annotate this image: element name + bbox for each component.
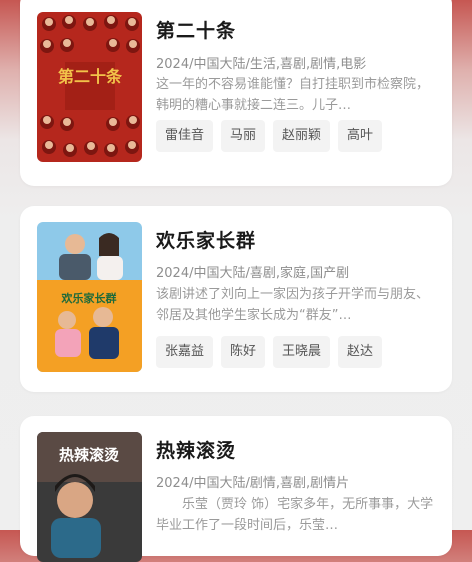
movie-card[interactable]: 第二十条 第二十条 2024/中国大陆/生活,喜剧,剧情,电影 这一年的不容易谁… [20,0,452,186]
poster-title-top: 第二十条 [58,67,123,86]
movie-title[interactable]: 第二十条 [156,16,236,43]
cast-tag[interactable]: 马丽 [221,120,266,152]
movie-card[interactable]: 欢乐家长群 欢乐家长群 2024/中国大陆/喜剧,家庭,国产剧 该剧讲述了刘向上… [20,206,452,392]
poster-artwork: 欢乐家长群 [37,222,142,372]
movie-description: 这一年的不容易谁能懂？自打挂职到市检察院，韩明的糟心事就接二连三。儿子… [156,77,430,113]
cast-tag[interactable]: 赵达 [338,336,383,368]
cast-tags: 张嘉益 陈好 王晓晨 赵达 [156,336,383,368]
movie-poster[interactable]: 第二十条 [37,12,142,162]
movie-title[interactable]: 欢乐家长群 [156,226,256,253]
movie-meta: 2024/中国大陆/喜剧,家庭,国产剧 [156,266,350,281]
poster-artwork: 第二十条 [37,12,142,162]
movie-feed: 第二十条 第二十条 2024/中国大陆/生活,喜剧,剧情,电影 这一年的不容易谁… [0,0,472,562]
cast-tag[interactable]: 高叶 [338,120,383,152]
movie-poster[interactable]: 热辣滚烫 [37,432,142,562]
cast-tag[interactable]: 赵丽颖 [273,120,331,152]
cast-tag[interactable]: 陈好 [221,336,266,368]
movie-title[interactable]: 热辣滚烫 [156,436,236,463]
poster-artwork: 热辣滚烫 [37,432,142,562]
poster-title: 热辣滚烫 [59,446,120,464]
movie-meta: 2024/中国大陆/剧情,喜剧,剧情片 [156,476,350,491]
cast-tag[interactable]: 王晓晨 [273,336,331,368]
movie-poster[interactable]: 欢乐家长群 [37,222,142,372]
movie-description: 该剧讲述了刘向上一家因为孩子开学而与朋友、邻居及其他学生家长成为“群友”… [156,287,430,323]
cast-tag[interactable]: 张嘉益 [156,336,214,368]
poster-title: 欢乐家长群 [61,291,117,305]
movie-card[interactable]: 热辣滚烫 热辣滚烫 2024/中国大陆/剧情,喜剧,剧情片 乐莹（贾玲 饰）宅家… [20,416,452,562]
movie-meta: 2024/中国大陆/生活,喜剧,剧情,电影 [156,57,367,72]
cast-tag[interactable]: 雷佳音 [156,120,214,152]
cast-tags: 雷佳音 马丽 赵丽颖 高叶 [156,120,383,152]
